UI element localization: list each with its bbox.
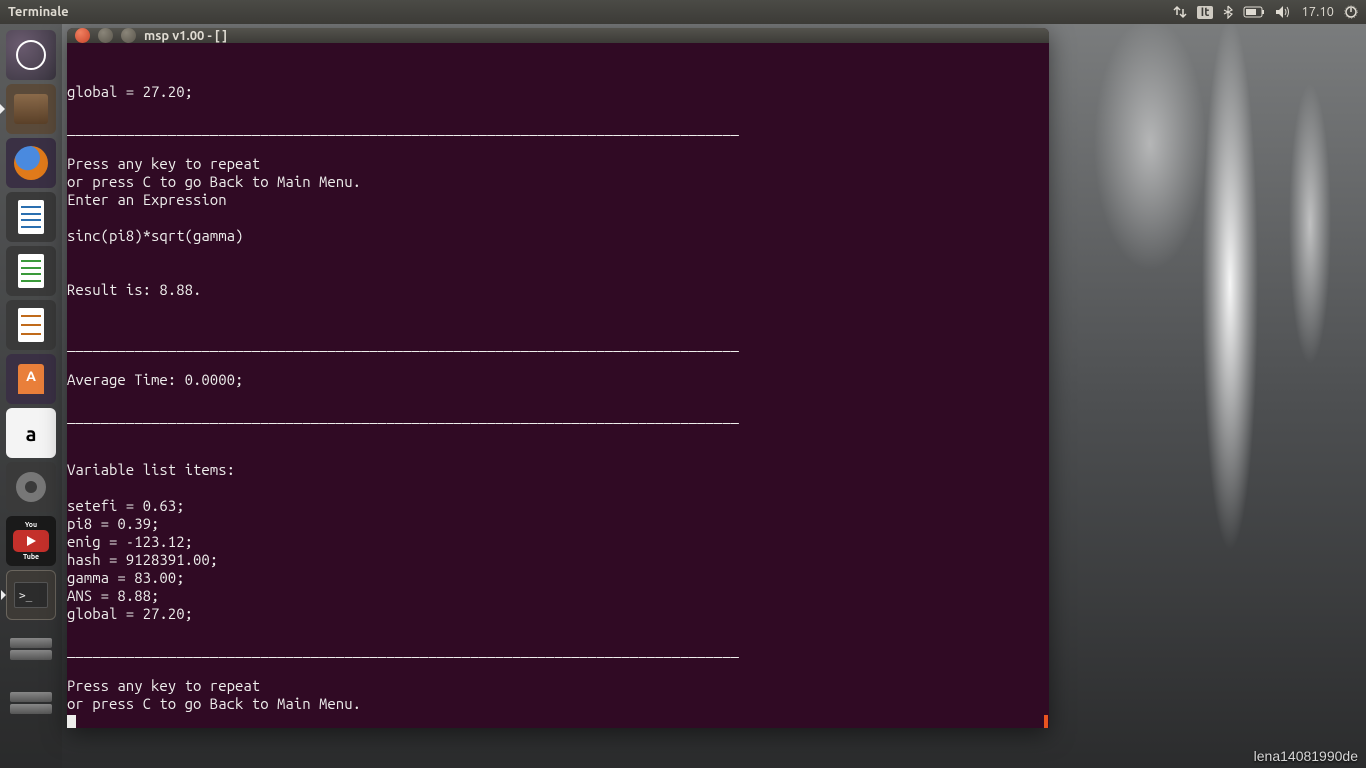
battery-indicator-icon[interactable] bbox=[1243, 6, 1265, 18]
terminal-line: Average Time: 0.0000; bbox=[67, 371, 1049, 389]
keyboard-layout-indicator[interactable]: It bbox=[1197, 6, 1214, 19]
terminal-line bbox=[67, 623, 1049, 641]
terminal-window: msp v1.00 - [ ] global = 27.20; ________… bbox=[67, 28, 1049, 728]
terminal-line bbox=[67, 209, 1049, 227]
window-close-button[interactable] bbox=[75, 28, 90, 43]
window-maximize-button[interactable] bbox=[121, 28, 136, 43]
top-menubar: Terminale It 17.10 bbox=[0, 0, 1366, 24]
terminal-line bbox=[67, 659, 1049, 677]
bluetooth-indicator-icon[interactable] bbox=[1223, 5, 1233, 19]
terminal-line bbox=[67, 101, 1049, 119]
terminal-line bbox=[67, 425, 1049, 443]
clock[interactable]: 17.10 bbox=[1301, 5, 1334, 19]
terminal-line: Press any key to repeat bbox=[67, 677, 1049, 695]
terminal-scrollbar-thumb[interactable] bbox=[1044, 715, 1048, 728]
terminal-line: ANS = 8.88; bbox=[67, 587, 1049, 605]
launcher-writer[interactable] bbox=[6, 192, 56, 242]
sound-indicator-icon[interactable] bbox=[1275, 5, 1291, 19]
window-title: msp v1.00 - [ ] bbox=[144, 29, 227, 43]
launcher-dash[interactable] bbox=[6, 30, 56, 80]
terminal-line bbox=[67, 263, 1049, 281]
launcher-amazon[interactable]: a bbox=[6, 408, 56, 458]
launcher-trash[interactable] bbox=[6, 678, 56, 728]
terminal-line bbox=[67, 479, 1049, 497]
terminal-line: Enter an Expression bbox=[67, 191, 1049, 209]
terminal-line: Press any key to repeat bbox=[67, 155, 1049, 173]
session-indicator-icon[interactable] bbox=[1344, 5, 1358, 19]
terminal-line bbox=[67, 443, 1049, 461]
network-indicator-icon[interactable] bbox=[1173, 5, 1187, 19]
terminal-line: or press C to go Back to Main Menu. bbox=[67, 695, 1049, 713]
terminal-line: ________________________________________… bbox=[67, 407, 1049, 425]
launcher-files[interactable] bbox=[6, 84, 56, 134]
terminal-line: ________________________________________… bbox=[67, 335, 1049, 353]
launcher-workspace-switcher[interactable] bbox=[6, 624, 56, 674]
launcher-terminal[interactable]: >_ bbox=[6, 570, 56, 620]
terminal-line bbox=[67, 389, 1049, 407]
terminal-line bbox=[67, 245, 1049, 263]
unity-launcher: a You Tube >_ bbox=[0, 24, 62, 768]
launcher-settings[interactable] bbox=[6, 462, 56, 512]
terminal-line: Variable list items: bbox=[67, 461, 1049, 479]
launcher-firefox[interactable] bbox=[6, 138, 56, 188]
terminal-line: enig = -123.12; bbox=[67, 533, 1049, 551]
active-app-name: Terminale bbox=[8, 5, 69, 19]
terminal-line: sinc(pi8)*sqrt(gamma) bbox=[67, 227, 1049, 245]
terminal-line: gamma = 83.00; bbox=[67, 569, 1049, 587]
desktop: lena14081990de a You Tube >_ msp v1.00 -… bbox=[0, 24, 1366, 768]
terminal-line: or press C to go Back to Main Menu. bbox=[67, 173, 1049, 191]
terminal-output[interactable]: global = 27.20; ________________________… bbox=[67, 43, 1049, 728]
terminal-line: Result is: 8.88. bbox=[67, 281, 1049, 299]
terminal-line: ________________________________________… bbox=[67, 641, 1049, 659]
window-titlebar[interactable]: msp v1.00 - [ ] bbox=[67, 28, 1049, 43]
launcher-youtube[interactable]: You Tube bbox=[6, 516, 56, 566]
launcher-impress[interactable] bbox=[6, 300, 56, 350]
launcher-calc[interactable] bbox=[6, 246, 56, 296]
terminal-line bbox=[67, 299, 1049, 317]
terminal-line bbox=[67, 317, 1049, 335]
terminal-line: hash = 9128391.00; bbox=[67, 551, 1049, 569]
terminal-cursor-line bbox=[67, 713, 1049, 728]
launcher-software-center[interactable] bbox=[6, 354, 56, 404]
terminal-line bbox=[67, 353, 1049, 371]
terminal-line: setefi = 0.63; bbox=[67, 497, 1049, 515]
terminal-line: ________________________________________… bbox=[67, 119, 1049, 137]
terminal-line: global = 27.20; bbox=[67, 83, 1049, 101]
wallpaper-watermark: lena14081990de bbox=[1254, 748, 1358, 764]
terminal-cursor bbox=[67, 715, 76, 728]
window-minimize-button[interactable] bbox=[98, 28, 113, 43]
terminal-line: global = 27.20; bbox=[67, 605, 1049, 623]
terminal-line: pi8 = 0.39; bbox=[67, 515, 1049, 533]
terminal-line bbox=[67, 137, 1049, 155]
